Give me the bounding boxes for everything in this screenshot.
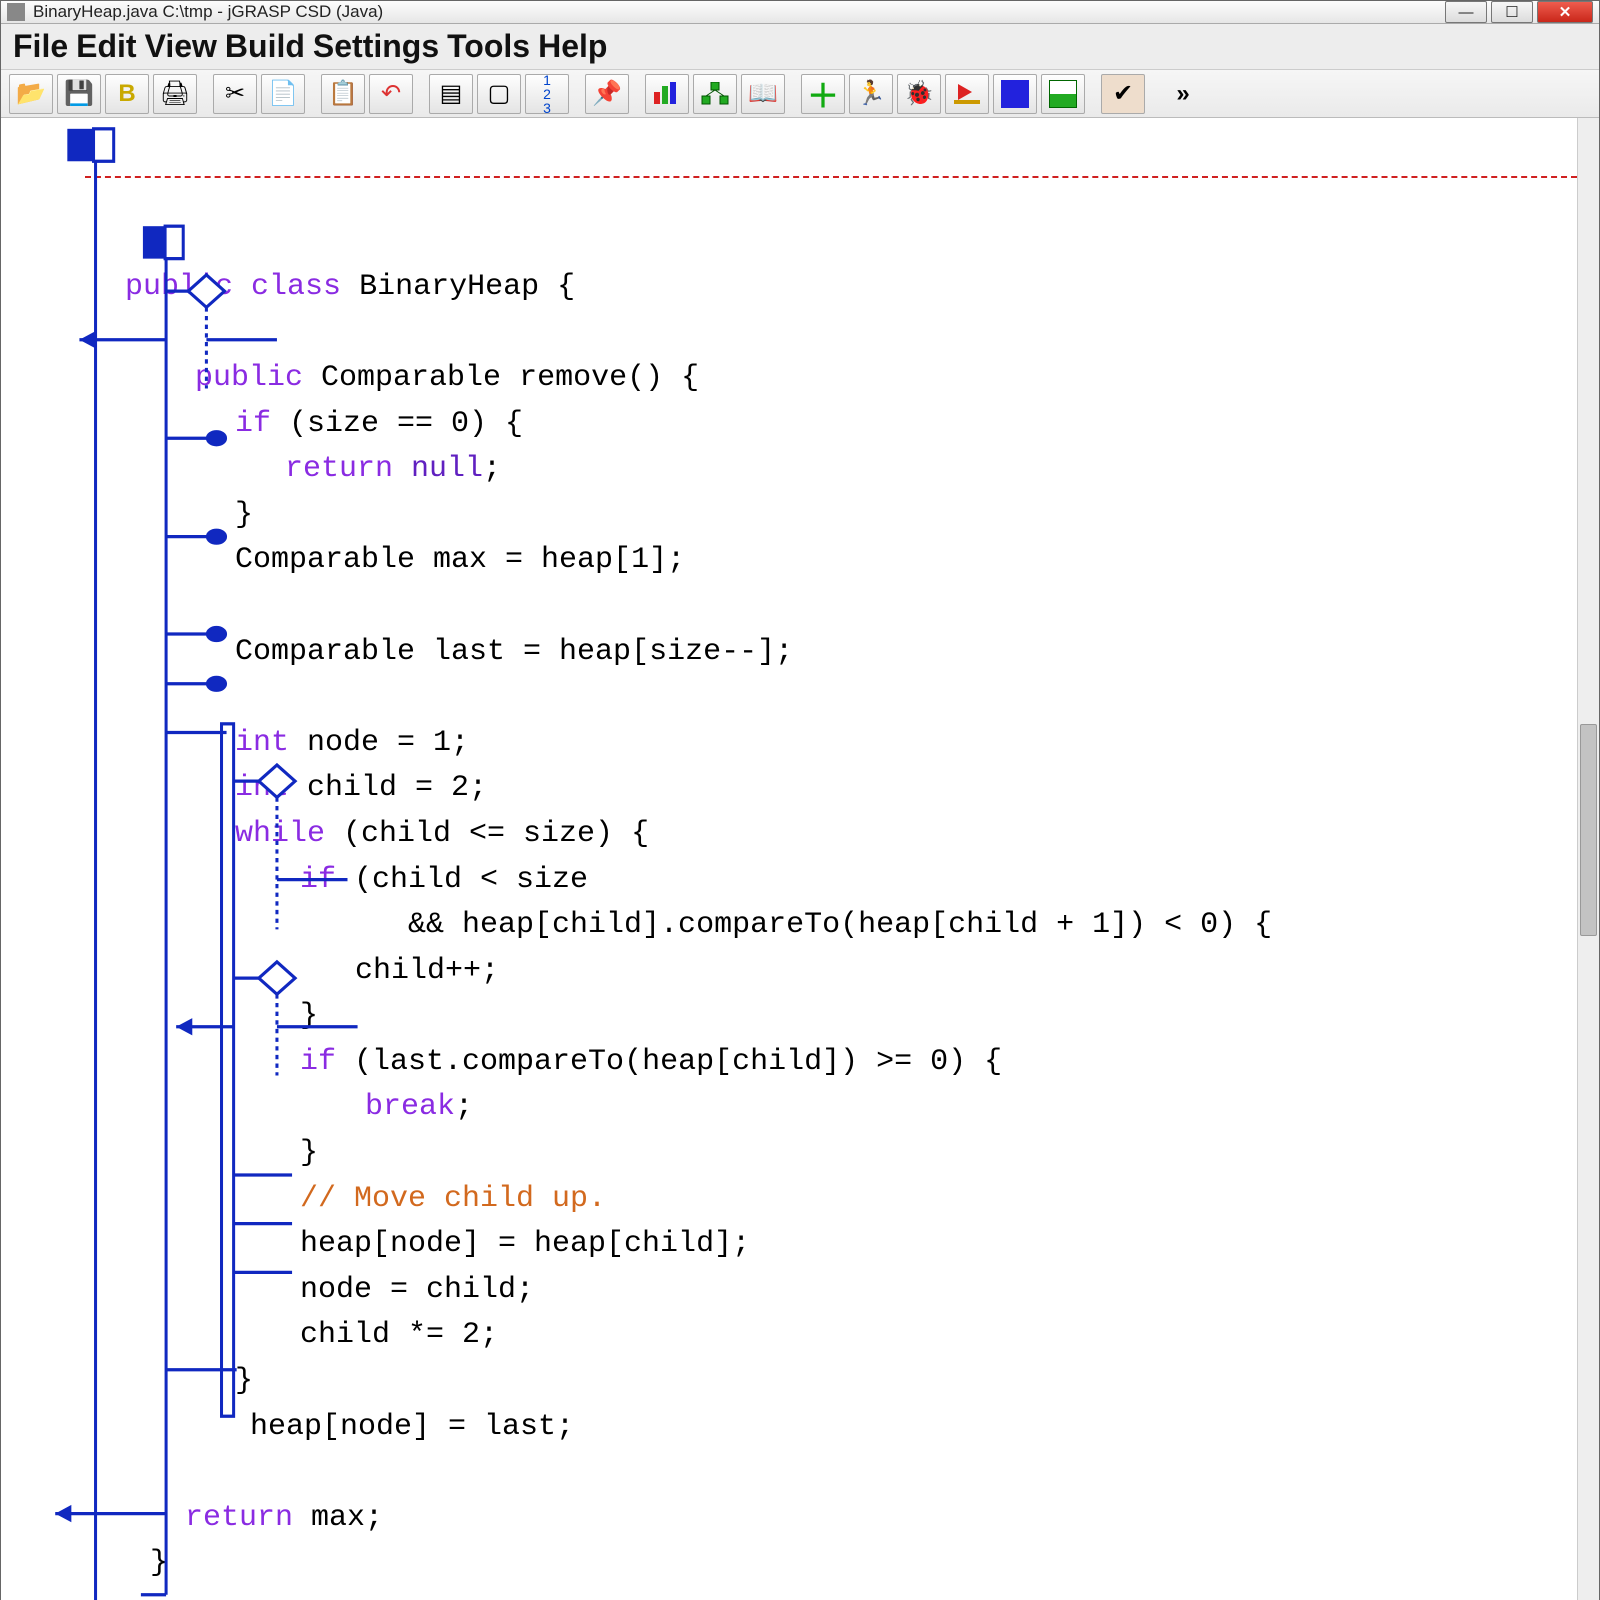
open-icon[interactable]: 📂 [9,74,53,114]
run-icon[interactable]: 🏃 [849,74,893,114]
cut-icon[interactable]: ✂ [213,74,257,114]
save-folder-icon[interactable]: B [105,74,149,114]
minimize-button[interactable]: — [1445,1,1487,23]
menu-file[interactable]: File [13,28,68,65]
menu-settings[interactable]: Settings [313,28,439,65]
window-title: BinaryHeap.java C:\tmp - jGRASP CSD (Jav… [33,2,383,22]
check-icon[interactable]: ✔ [1101,74,1145,114]
menu-help[interactable]: Help [538,28,607,65]
vertical-scrollbar[interactable] [1577,118,1599,1600]
more-icon[interactable]: » [1161,74,1205,114]
menu-build[interactable]: Build [225,28,305,65]
close-button[interactable]: ✕ [1537,1,1593,23]
code-area[interactable]: public class BinaryHeap { public Compara… [25,118,1577,1600]
menu-view[interactable]: View [145,28,217,65]
toolbar: 📂 💾 B 🖨 ✂ 📄 📋 ↶ ▤ ▢ 123 📌 📖 ＋ 🏃 🐞 [1,70,1599,118]
blue-square-icon[interactable] [993,74,1037,114]
plus-icon[interactable]: ＋ [801,74,845,114]
csd-icon[interactable]: ▤ [429,74,473,114]
paste-icon[interactable]: 📋 [321,74,365,114]
book-icon[interactable]: 📖 [741,74,785,114]
save-icon[interactable]: 💾 [57,74,101,114]
uml-icon[interactable] [693,74,737,114]
maximize-button[interactable]: ☐ [1491,1,1533,23]
page-icon[interactable]: ▢ [477,74,521,114]
debug-icon[interactable]: 🐞 [897,74,941,114]
green-half-icon[interactable] [1041,74,1085,114]
pin-icon[interactable]: 📌 [585,74,629,114]
app-icon [7,3,25,21]
copy-icon[interactable]: 📄 [261,74,305,114]
chart-icon[interactable] [645,74,689,114]
editor[interactable]: public class BinaryHeap { public Compara… [1,118,1599,1600]
play-icon[interactable] [945,74,989,114]
undo-icon[interactable]: ↶ [369,74,413,114]
print-icon[interactable]: 🖨 [153,74,197,114]
menubar: File Edit View Build Settings Tools Help [1,24,1599,70]
menu-edit[interactable]: Edit [76,28,136,65]
menu-tools[interactable]: Tools [447,28,530,65]
linenum-icon[interactable]: 123 [525,74,569,114]
titlebar[interactable]: BinaryHeap.java C:\tmp - jGRASP CSD (Jav… [1,1,1599,24]
